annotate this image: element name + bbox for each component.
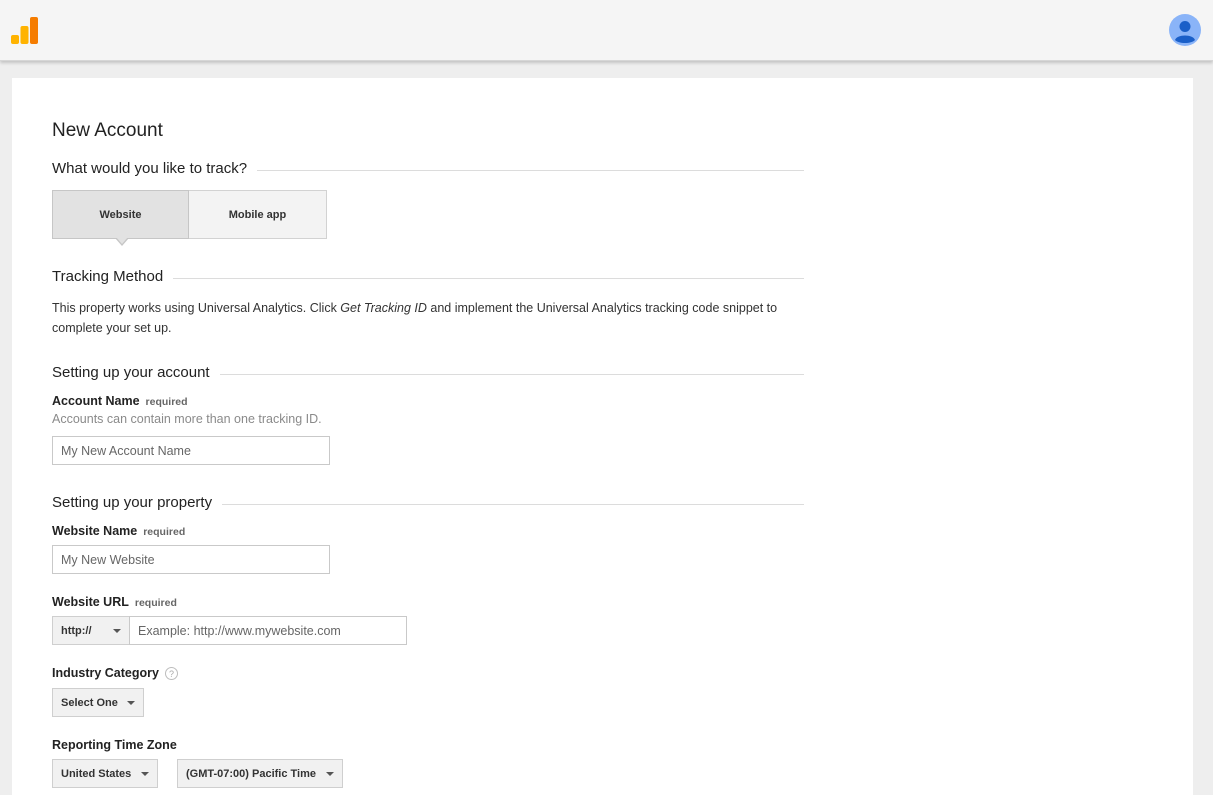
mobile-app-option-label: Mobile app xyxy=(228,208,287,221)
account-name-label-text: Account Name xyxy=(52,394,140,408)
website-option-button[interactable]: Website xyxy=(52,190,189,246)
account-heading-text: Setting up your account xyxy=(52,363,210,381)
divider xyxy=(257,169,804,171)
divider xyxy=(219,373,804,375)
chevron-down-icon xyxy=(113,629,121,633)
account-name-hint: Accounts can contain more than one track… xyxy=(52,412,322,426)
description-text-before: This property works using Universal Anal… xyxy=(52,301,341,315)
time-zone-dropdown[interactable]: (GMT-07:00) Pacific Time xyxy=(177,759,343,788)
tracking-method-heading: Tracking Method xyxy=(52,266,804,286)
mobile-app-option-button[interactable]: Mobile app xyxy=(189,190,327,239)
tracking-method-heading-text: Tracking Method xyxy=(52,267,164,285)
industry-category-value: Select One xyxy=(61,696,118,709)
page-title: New Account xyxy=(52,120,163,141)
website-name-input[interactable] xyxy=(52,545,330,574)
chevron-down-icon xyxy=(127,701,135,705)
chevron-down-icon xyxy=(141,772,149,776)
selected-pointer xyxy=(115,237,129,246)
website-url-label: Website URL required xyxy=(52,595,177,609)
tracking-method-description: This property works using Universal Anal… xyxy=(52,298,804,338)
divider xyxy=(173,277,804,279)
track-heading-text: What would you like to track? xyxy=(52,159,248,177)
property-heading-text: Setting up your property xyxy=(52,493,213,511)
required-tag: required xyxy=(143,526,186,538)
industry-category-label: Industry Category? xyxy=(52,666,178,681)
account-name-label: Account Name required xyxy=(52,394,188,408)
website-option-label: Website xyxy=(99,208,142,221)
country-dropdown[interactable]: United States xyxy=(52,759,158,788)
user-avatar-icon[interactable] xyxy=(1169,14,1201,46)
track-section-heading: What would you like to track? xyxy=(52,158,804,178)
protocol-value: http:// xyxy=(61,624,92,637)
property-section-heading: Setting up your property xyxy=(52,492,804,512)
chevron-down-icon xyxy=(326,772,334,776)
country-value: United States xyxy=(61,767,132,780)
account-section-heading: Setting up your account xyxy=(52,362,804,382)
question-help-icon[interactable]: ? xyxy=(164,667,178,681)
website-url-label-text: Website URL xyxy=(52,595,129,609)
time-zone-value: (GMT-07:00) Pacific Time xyxy=(186,767,317,780)
required-tag: required xyxy=(134,597,177,609)
website-name-label-text: Website Name xyxy=(52,524,138,538)
track-type-toggle: Website Mobile app xyxy=(52,190,327,246)
top-app-bar xyxy=(0,0,1213,61)
new-account-card: New Account What would you like to track… xyxy=(12,78,1193,795)
website-url-input[interactable] xyxy=(129,616,407,645)
get-tracking-id-reference: Get Tracking ID xyxy=(340,301,427,315)
industry-category-label-text: Industry Category xyxy=(52,666,159,680)
industry-category-dropdown[interactable]: Select One xyxy=(52,688,144,717)
required-tag: required xyxy=(145,396,188,408)
account-name-input[interactable] xyxy=(52,436,330,465)
divider xyxy=(222,503,804,505)
website-name-label: Website Name required xyxy=(52,524,185,538)
google-analytics-logo-icon[interactable] xyxy=(11,17,38,44)
reporting-time-zone-label: Reporting Time Zone xyxy=(52,738,177,752)
protocol-dropdown[interactable]: http:// xyxy=(52,616,130,645)
